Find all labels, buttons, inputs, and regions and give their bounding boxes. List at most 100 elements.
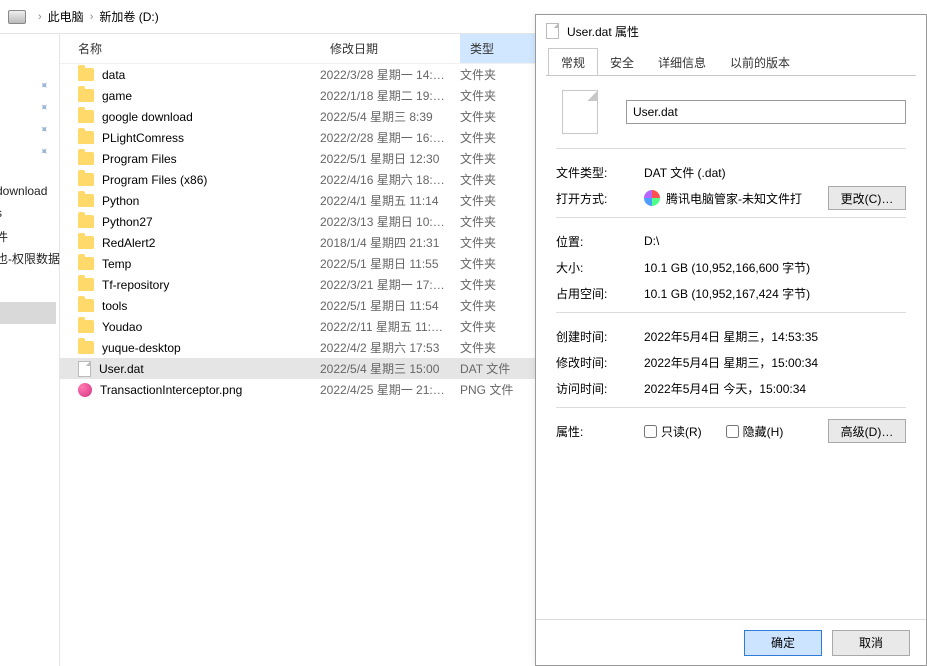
app-icon [644, 190, 660, 206]
file-date: 2022/5/4 星期三 15:00 [320, 360, 460, 377]
folder-icon [78, 152, 94, 165]
file-name: Youdao [102, 320, 142, 334]
nav-item[interactable]: 也-权限数据 [0, 250, 60, 267]
folder-icon [78, 194, 94, 207]
file-name: tools [102, 299, 127, 313]
column-header-name[interactable]: 名称 [60, 40, 320, 57]
readonly-checkbox-input[interactable] [644, 425, 657, 438]
quick-access-pin[interactable]: ✦ [0, 118, 59, 140]
column-headers: 名称 修改日期 类型 [60, 34, 535, 64]
file-row[interactable]: Tf-repository2022/3/21 星期一 17:…文件夹 [60, 274, 535, 295]
column-header-date[interactable]: 修改日期 [320, 40, 460, 57]
folder-icon [78, 299, 94, 312]
folder-icon [78, 341, 94, 354]
file-date: 2022/3/13 星期日 10:… [320, 213, 460, 230]
quick-access-pin[interactable]: ✦ [0, 74, 59, 96]
quick-access-pin[interactable]: ✦ [0, 140, 59, 162]
folder-icon [78, 278, 94, 291]
label-size: 大小: [556, 259, 644, 276]
nav-item[interactable]: download [0, 184, 47, 198]
file-type: 文件夹 [460, 339, 535, 356]
file-row[interactable]: google download2022/5/4 星期三 8:39文件夹 [60, 106, 535, 127]
file-row[interactable]: game2022/1/18 星期二 19:…文件夹 [60, 85, 535, 106]
folder-icon [78, 173, 94, 186]
ok-button[interactable]: 确定 [744, 630, 822, 656]
file-type: 文件夹 [460, 150, 535, 167]
file-list[interactable]: data2022/3/28 星期一 14:…文件夹game2022/1/18 星… [60, 64, 535, 400]
advanced-button[interactable]: 高级(D)… [828, 419, 906, 443]
drive-icon [8, 10, 26, 24]
file-date: 2022/4/25 星期一 21:… [320, 381, 460, 398]
cancel-button[interactable]: 取消 [832, 630, 910, 656]
file-row[interactable]: Program Files2022/5/1 星期日 12:30文件夹 [60, 148, 535, 169]
file-name: Program Files [102, 152, 177, 166]
breadcrumb-volume[interactable]: 新加卷 (D:) [99, 8, 158, 25]
tab-details[interactable]: 详细信息 [646, 49, 718, 75]
file-type: 文件夹 [460, 297, 535, 314]
file-row[interactable]: PLightComress2022/2/28 星期一 16:…文件夹 [60, 127, 535, 148]
file-row[interactable]: Python272022/3/13 星期日 10:…文件夹 [60, 211, 535, 232]
file-date: 2022/2/11 星期五 11:… [320, 318, 460, 335]
file-name: Python27 [102, 215, 153, 229]
file-name: data [102, 68, 125, 82]
chevron-right-icon[interactable]: › [90, 11, 94, 23]
value-created: 2022年5月4日 星期三，14:53:35 [644, 328, 906, 345]
column-header-type[interactable]: 类型 [460, 34, 535, 63]
file-row[interactable]: Temp2022/5/1 星期日 11:55文件夹 [60, 253, 535, 274]
file-type: 文件夹 [460, 234, 535, 251]
file-date: 2022/5/1 星期日 11:54 [320, 297, 460, 314]
file-date: 2022/4/2 星期六 17:53 [320, 339, 460, 356]
file-row[interactable]: tools 2022/5/1 星期日 11:54文件夹 [60, 295, 535, 316]
file-row[interactable]: Python2022/4/1 星期五 11:14文件夹 [60, 190, 535, 211]
file-row[interactable]: data 2022/3/28 星期一 14:…文件夹 [60, 64, 535, 85]
breadcrumb-this-pc[interactable]: 此电脑 [48, 8, 84, 25]
pin-icon: ✦ [37, 99, 53, 115]
file-type: 文件夹 [460, 66, 535, 83]
label-location: 位置: [556, 233, 644, 250]
chevron-right-icon[interactable]: › [38, 11, 42, 23]
file-type: 文件夹 [460, 276, 535, 293]
file-name: yuque-desktop [102, 341, 181, 355]
file-name: User.dat [99, 362, 144, 376]
file-date: 2022/3/21 星期一 17:… [320, 276, 460, 293]
file-date: 2022/2/28 星期一 16:… [320, 129, 460, 146]
folder-icon [78, 320, 94, 333]
nav-pane: ✦ ✦ ✦ ✦ download s 件 也-权限数据 [0, 34, 60, 666]
label-openwith: 打开方式: [556, 190, 644, 207]
file-row[interactable]: TransactionInterceptor.png 2022/4/25 星期一 … [60, 379, 535, 400]
filename-input[interactable] [626, 100, 906, 124]
file-name: PLightComress [102, 131, 184, 145]
file-name: TransactionInterceptor.png [100, 383, 242, 397]
file-name: Python [102, 194, 139, 208]
tab-security[interactable]: 安全 [598, 49, 646, 75]
hidden-checkbox[interactable]: 隐藏(H) [726, 423, 784, 440]
file-row[interactable]: yuque-desktop 2022/4/2 星期六 17:53文件夹 [60, 337, 535, 358]
file-row[interactable]: Youdao2022/2/11 星期五 11:…文件夹 [60, 316, 535, 337]
folder-icon [78, 131, 94, 144]
file-name: game [102, 89, 132, 103]
readonly-checkbox[interactable]: 只读(R) [644, 423, 702, 440]
readonly-label: 只读(R) [661, 423, 702, 440]
folder-icon [78, 215, 94, 228]
tab-previous-versions[interactable]: 以前的版本 [718, 49, 802, 75]
quick-access-pin[interactable]: ✦ [0, 96, 59, 118]
file-row[interactable]: RedAlert22018/1/4 星期四 21:31文件夹 [60, 232, 535, 253]
file-date: 2022/3/28 星期一 14:… [320, 66, 460, 83]
label-attributes: 属性: [556, 423, 644, 440]
file-icon [78, 361, 91, 377]
file-name: RedAlert2 [102, 236, 155, 250]
file-row[interactable]: User.dat2022/5/4 星期三 15:00DAT 文件 [60, 358, 535, 379]
hidden-checkbox-input[interactable] [726, 425, 739, 438]
file-row[interactable]: Program Files (x86)2022/4/16 星期六 18:…文件夹 [60, 169, 535, 190]
value-size: 10.1 GB (10,952,166,600 字节) [644, 259, 906, 276]
file-name: Temp [102, 257, 131, 271]
nav-item[interactable]: 件 [0, 228, 8, 245]
dialog-titlebar[interactable]: User.dat 属性 [536, 15, 926, 47]
nav-item[interactable]: s [0, 206, 2, 220]
file-type: 文件夹 [460, 87, 535, 104]
properties-dialog: User.dat 属性 常规 安全 详细信息 以前的版本 文件类型: DAT 文… [535, 14, 927, 666]
change-button[interactable]: 更改(C)… [828, 186, 906, 210]
folder-icon [78, 110, 94, 123]
file-type: PNG 文件 [460, 381, 535, 398]
tab-general[interactable]: 常规 [548, 48, 598, 76]
